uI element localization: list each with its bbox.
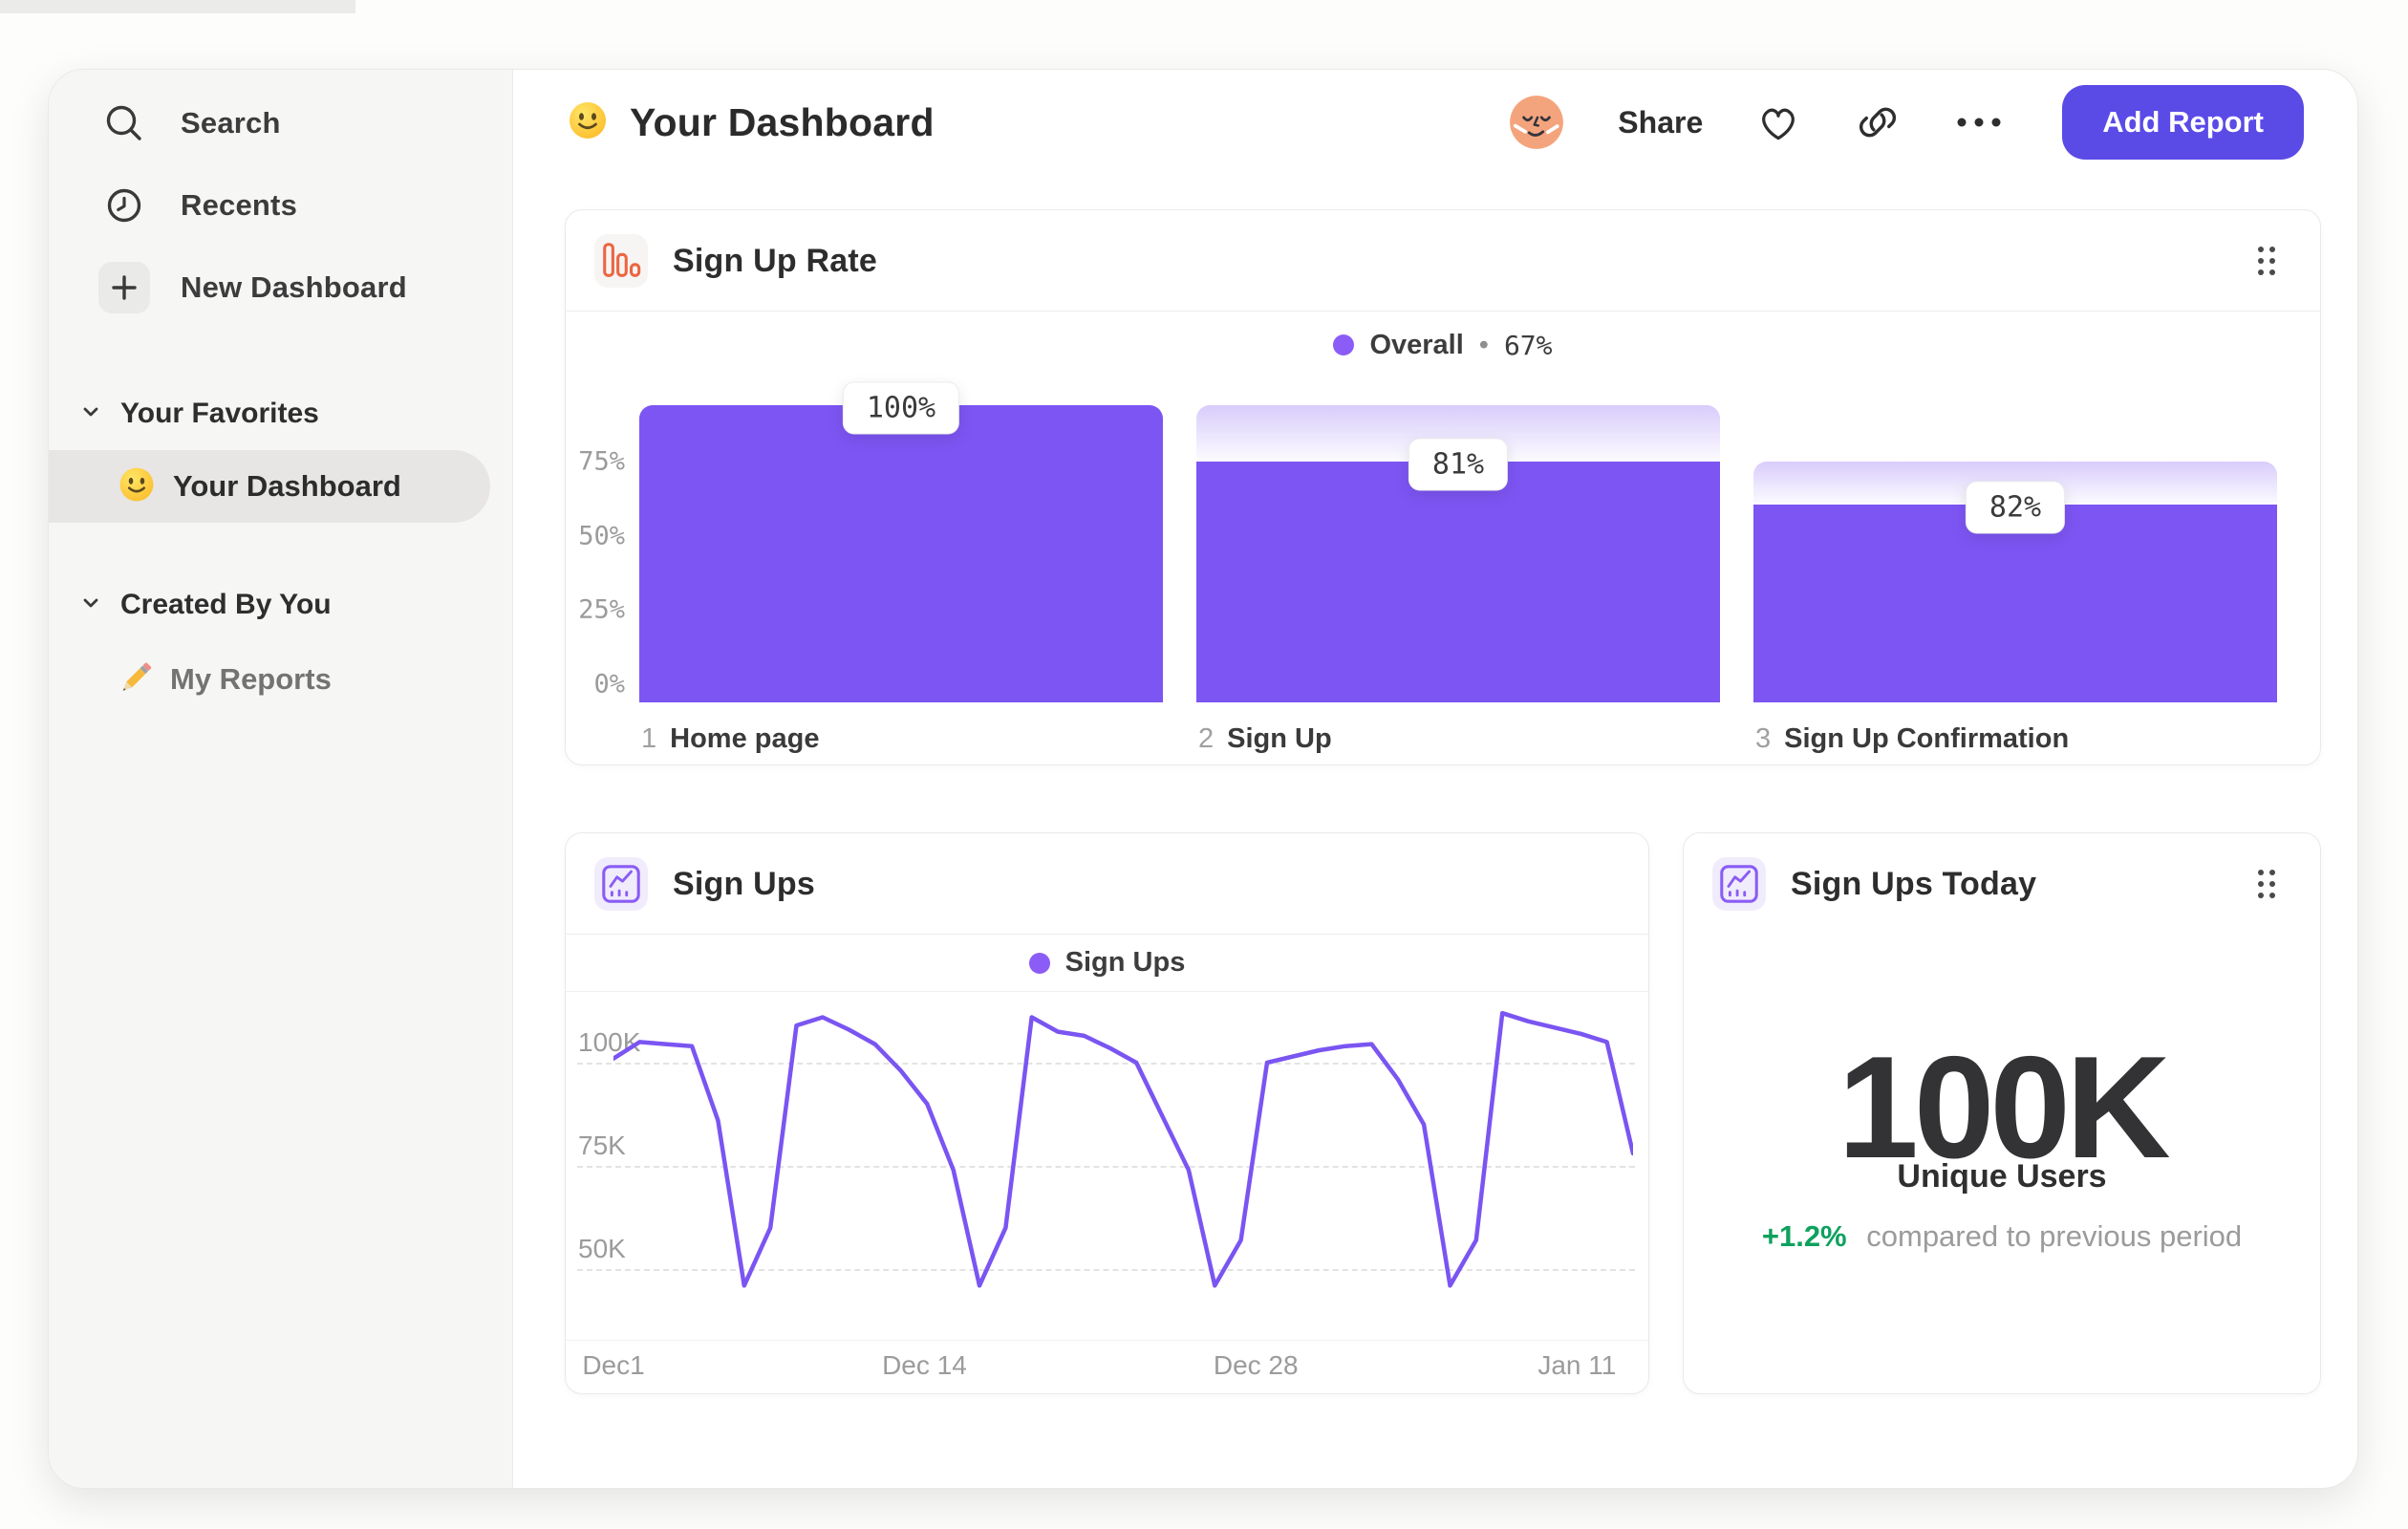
sidebar-section-your-favorites[interactable]: Your Favorites — [80, 393, 319, 435]
line-legend[interactable]: Sign Ups — [566, 935, 1648, 992]
sidebar-item-label: My Reports — [170, 662, 332, 696]
kpi-delta: +1.2% — [1761, 1219, 1847, 1253]
funnel-bar[interactable] — [1196, 462, 1720, 702]
sign-ups-line-series[interactable] — [613, 992, 1633, 1340]
kpi-label: Unique Users — [1897, 1158, 2107, 1195]
chevron-down-icon — [80, 401, 101, 427]
app-window: Search Recents New Dashboard Your Favori… — [48, 69, 2358, 1489]
card-title: Sign Ups — [673, 865, 815, 902]
add-report-button[interactable]: Add Report — [2062, 85, 2304, 160]
legend-dot — [1028, 952, 1050, 974]
sidebar-item-my-reports[interactable]: My Reports — [115, 649, 332, 710]
page-title: Your Dashboard — [565, 87, 935, 158]
funnel-value-tooltip: 81% — [1408, 438, 1509, 491]
sign-ups-today-card: Sign Ups Today 100K Unique Users +1.2% c… — [1683, 832, 2321, 1394]
y-axis-tick-label: 50% — [578, 521, 625, 550]
x-axis-tick-label: Dec 14 — [882, 1350, 967, 1380]
sidebar-item-your-dashboard[interactable]: Your Dashboard — [49, 450, 490, 523]
y-axis-tick-label: 0% — [593, 669, 625, 700]
sidebar-item-label: Recents — [181, 188, 298, 222]
sidebar-item-recents[interactable]: Recents — [98, 175, 297, 236]
funnel-step-label: 2 Sign Up — [1198, 723, 1332, 754]
more-options-icon[interactable] — [1953, 113, 2005, 132]
chevron-down-icon — [80, 592, 101, 618]
favorite-heart-icon[interactable] — [1754, 98, 1802, 146]
sidebar-item-search[interactable]: Search — [98, 93, 281, 154]
sidebar-item-label: New Dashboard — [181, 270, 407, 304]
sidebar-item-label: Your Dashboard — [173, 469, 401, 503]
sidebar-item-new-dashboard[interactable]: New Dashboard — [98, 257, 407, 318]
card-title: Sign Ups Today — [1791, 865, 2037, 902]
clock-icon — [98, 180, 150, 231]
card-header: Sign Ups — [566, 833, 1648, 935]
smiley-icon — [116, 463, 158, 510]
avatar[interactable] — [1507, 93, 1566, 152]
x-axis-divider — [566, 1340, 1648, 1341]
sign-ups-card: Sign Ups Sign Ups 100K 75K 50K Dec1 Dec 14 De… — [565, 832, 1649, 1394]
section-title: Your Favorites — [120, 398, 319, 429]
funnel-value-tooltip: 82% — [1965, 481, 2066, 534]
sidebar-item-label: Search — [181, 106, 281, 140]
search-icon — [98, 97, 150, 149]
line-chart-icon — [1712, 857, 1766, 911]
funnel-step-label: 1 Home page — [641, 723, 820, 754]
copy-link-icon[interactable] — [1854, 98, 1902, 146]
line-chart-icon — [594, 857, 648, 911]
drag-handle-icon[interactable] — [2247, 865, 2286, 903]
funnel-step-label: 3 Sign Up Confirmation — [1755, 723, 2070, 754]
sidebar: Search Recents New Dashboard Your Favori… — [49, 70, 513, 1488]
x-axis-tick-label: Jan 11 — [1537, 1350, 1617, 1380]
card-header: Sign Ups Today — [1684, 833, 2320, 935]
plus-icon — [98, 262, 150, 313]
sign-up-rate-card: Sign Up Rate Overall • 67% 75% 50% 25% 0% 10… — [565, 209, 2321, 765]
sidebar-section-created-by-you[interactable]: Created By You — [80, 584, 332, 626]
background-window-strip — [0, 0, 355, 13]
smiley-icon — [565, 97, 611, 148]
funnel-bar[interactable] — [1753, 505, 2277, 702]
x-axis-tick-label: Dec 28 — [1213, 1350, 1299, 1380]
funnel-bar[interactable] — [639, 405, 1163, 702]
section-title: Created By You — [120, 589, 332, 620]
x-axis-tick-label: Dec1 — [582, 1350, 645, 1380]
header-actions: Share Add Report — [1507, 85, 2304, 160]
y-axis-tick-label: 75% — [578, 446, 625, 477]
funnel-value-tooltip: 100% — [842, 381, 960, 435]
funnel-plot: 75% 50% 25% 0% 100% 1 Home page 81% 2 Sign Up 82% 3… — [566, 210, 2320, 764]
kpi-delta-row: +1.2% compared to previous period — [1684, 1219, 2320, 1254]
pencil-icon — [115, 657, 157, 703]
kpi-delta-note: compared to previous period — [1866, 1219, 2243, 1253]
y-axis-tick-label: 25% — [578, 594, 625, 625]
share-button[interactable]: Share — [1618, 105, 1703, 140]
